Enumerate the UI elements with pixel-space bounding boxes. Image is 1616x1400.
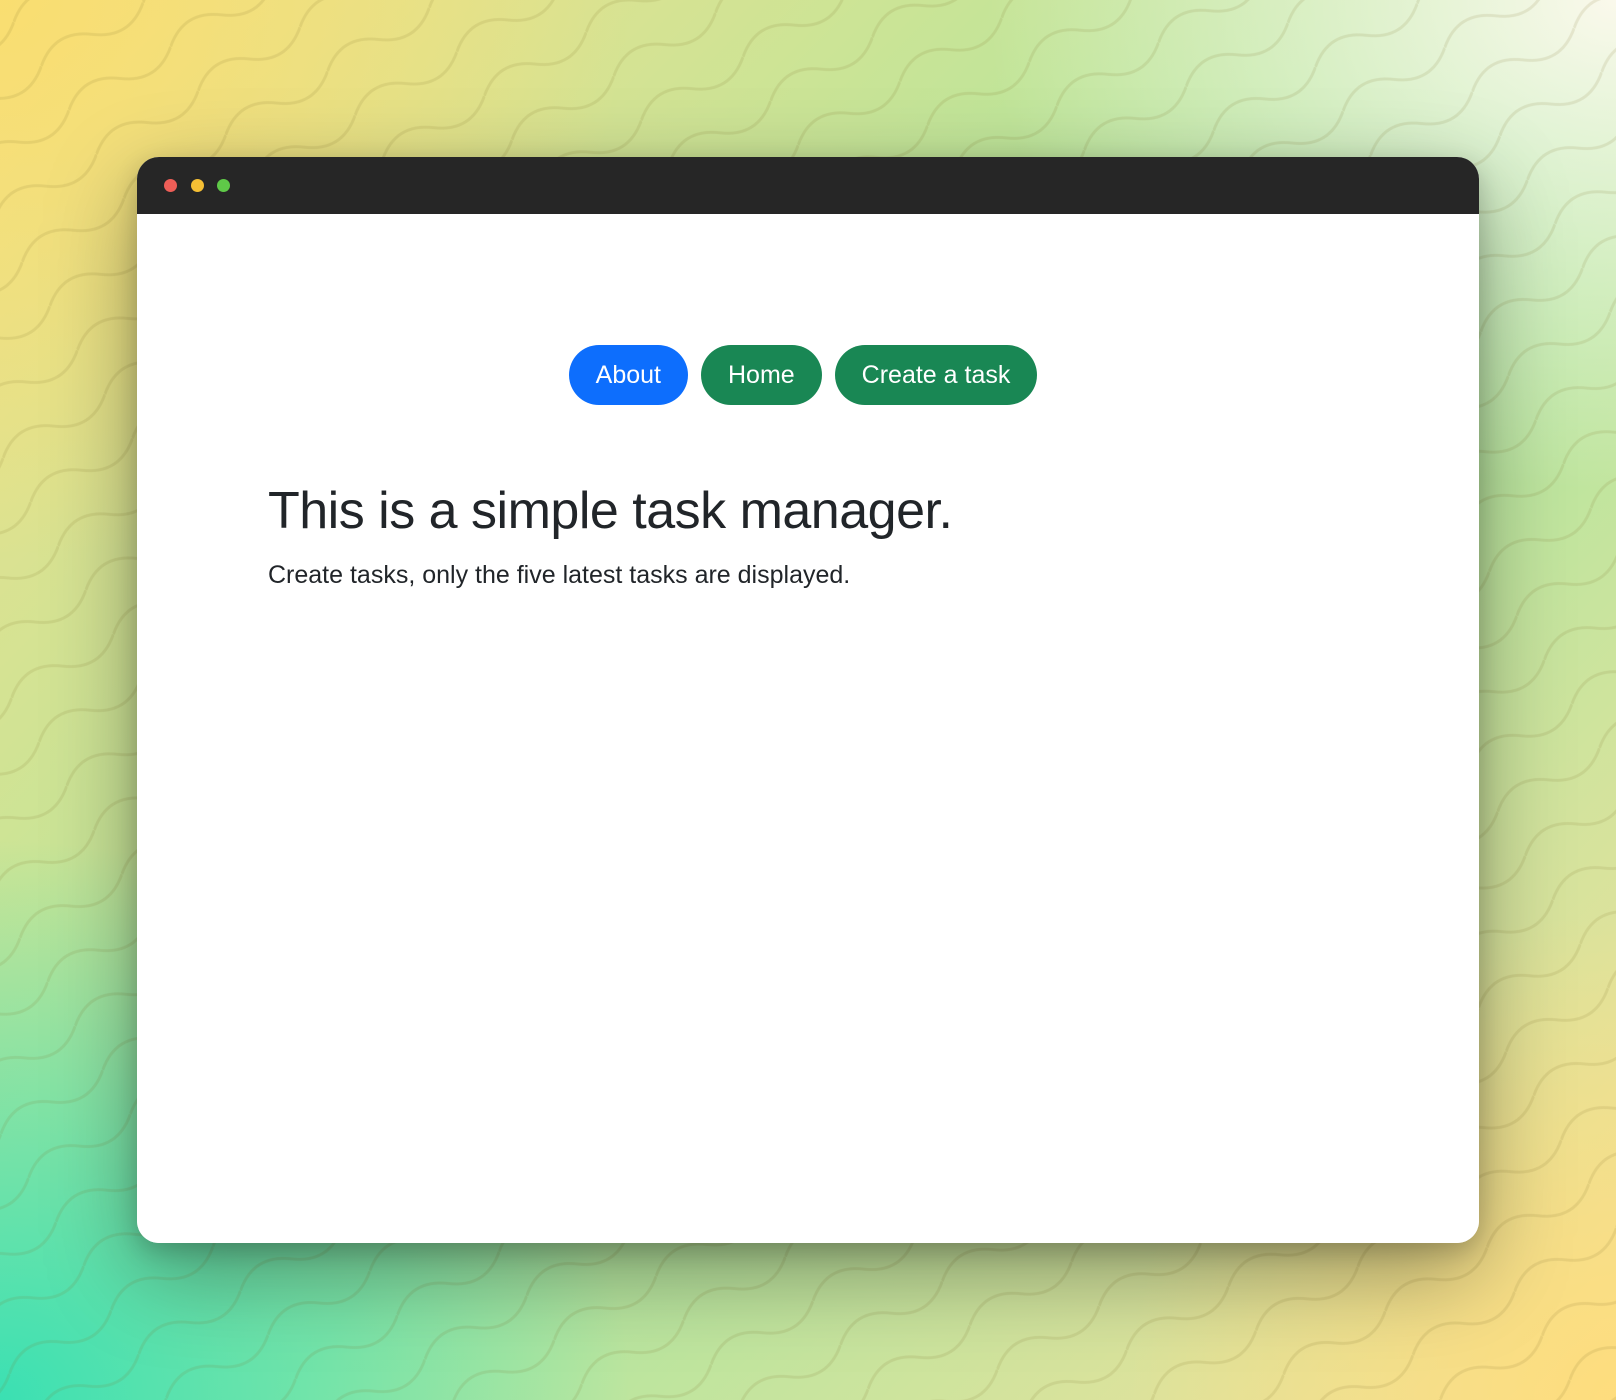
window-titlebar [137,157,1479,214]
nav-about-button[interactable]: About [568,345,688,405]
top-nav: About Home Create a task [137,345,1479,405]
close-window-icon[interactable] [164,179,177,192]
zoom-window-icon[interactable] [217,179,230,192]
page-title: This is a simple task manager. [268,482,953,540]
minimize-window-icon[interactable] [191,179,204,192]
nav-home-button[interactable]: Home [700,345,822,405]
create-task-button[interactable]: Create a task [834,345,1038,405]
browser-window: About Home Create a task This is a simpl… [137,157,1479,1243]
page-description: Create tasks, only the five latest tasks… [268,561,851,589]
page-content: About Home Create a task This is a simpl… [137,214,1479,1243]
